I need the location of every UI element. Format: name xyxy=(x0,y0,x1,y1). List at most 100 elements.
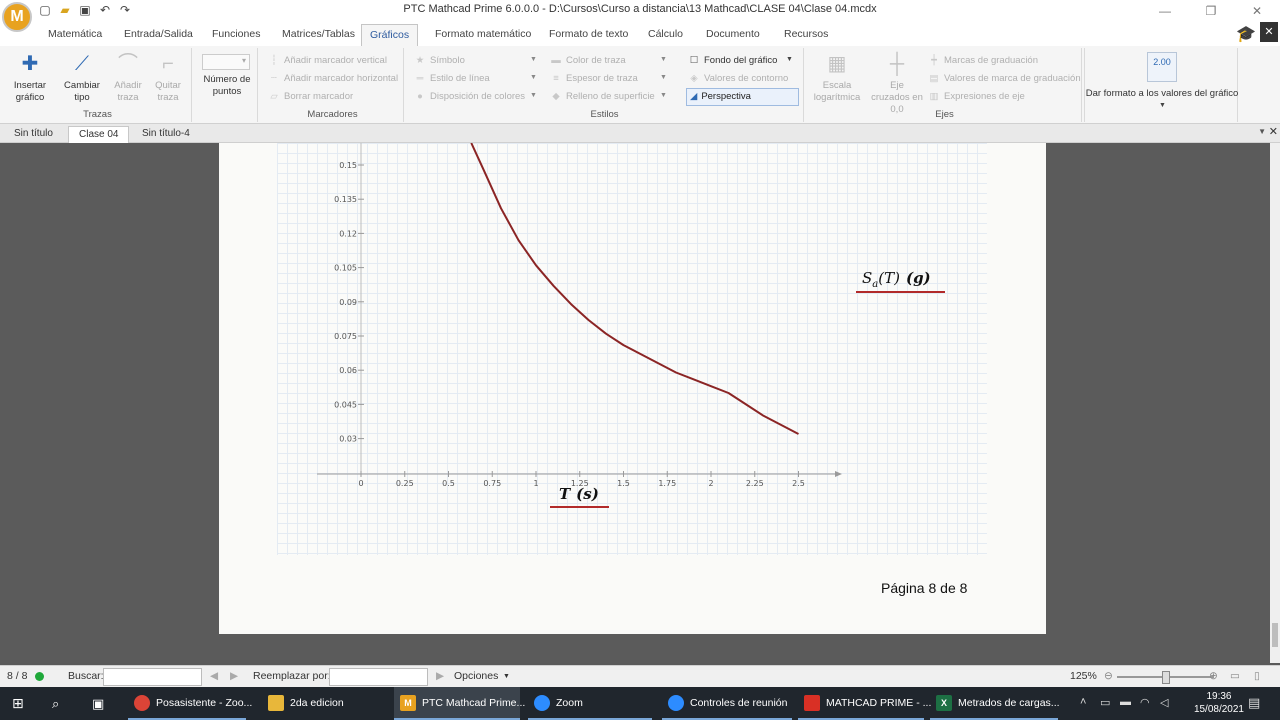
tick-marks-icon: ┿ xyxy=(931,55,937,66)
tray-battery-icon[interactable]: ▬ xyxy=(1120,696,1131,708)
close-icon[interactable]: ✕ xyxy=(1234,0,1280,22)
doc-tab-sin-titulo-4[interactable]: Sin título-4 xyxy=(132,126,200,143)
tab-calculo[interactable]: Cálculo xyxy=(640,24,691,46)
x-axis-label[interactable]: T (s) xyxy=(559,485,599,503)
fondo-grafico-dropdown[interactable]: ☐ Fondo del gráfico xyxy=(688,52,778,69)
zoom-out-icon[interactable]: ⊖ xyxy=(1104,670,1113,682)
valores-contorno-button[interactable]: ◈ Valores de contorno xyxy=(688,70,788,87)
dar-formato-button[interactable]: Dar formato a los valores del gráfico xyxy=(1085,88,1239,100)
taskbar-item-controles[interactable]: Controles de reunión xyxy=(662,687,792,720)
tab-formato-matematico[interactable]: Formato matemático xyxy=(427,24,539,46)
valores-marca-button[interactable]: ▤ Valores de marca de graduación xyxy=(928,70,1081,87)
relleno-chevron-icon[interactable]: ▼ xyxy=(660,92,667,99)
doc-tabs-menu-icon[interactable]: ▼ xyxy=(1258,127,1266,136)
doc-close-icon[interactable]: ✕ xyxy=(1269,125,1278,138)
find-prev-icon[interactable]: ◀ xyxy=(210,670,218,682)
search-icon[interactable]: ⌕ xyxy=(52,687,59,720)
escala-logaritmica-button[interactable]: ▦ Escala logarítmica xyxy=(812,50,862,104)
document-tabs: Sin título Clase 04 Sin título-4 ▼ ✕ xyxy=(0,124,1280,143)
taskbar-item-chrome[interactable]: Posasistente - Zoo... xyxy=(128,687,252,720)
replace-icon[interactable]: ▶ xyxy=(436,670,444,682)
app-logo[interactable]: M xyxy=(2,2,32,32)
anadir-marcador-vertical-button[interactable]: ┆ Añadir marcador vertical xyxy=(268,52,387,69)
insertar-grafico-button[interactable]: ✚ Insertar gráfico xyxy=(10,50,50,104)
doc-tab-clase-04[interactable]: Clase 04 xyxy=(68,126,130,143)
plot-region[interactable]: 0 0.25 0.5 0.75 1 1.25 1.5 1.75 2 2.25 2.5 0.15 0.13… xyxy=(277,143,987,555)
simbolo-chevron-icon[interactable]: ▼ xyxy=(530,56,537,63)
notification-icon[interactable]: ▤ xyxy=(1248,695,1260,711)
vertical-scrollbar[interactable] xyxy=(1270,143,1280,663)
tab-matrices-tablas[interactable]: Matrices/Tablas xyxy=(274,24,363,46)
tray-wifi-icon[interactable]: ◠ xyxy=(1140,696,1150,709)
perspectiva-button[interactable]: ◢ Perspectiva xyxy=(686,88,799,106)
ribbon: ✚ Insertar gráfico ⟋ Cambiar tipo ⌒ Añadir … xyxy=(0,46,1280,124)
disposicion-colores-dropdown[interactable]: ● Disposición de colores xyxy=(414,88,525,105)
color-traza-chevron-icon[interactable]: ▼ xyxy=(660,56,667,63)
taskbar-item-mathcad[interactable]: M PTC Mathcad Prime... xyxy=(394,687,525,720)
anadir-traza-button[interactable]: ⌒ Añadir traza xyxy=(110,50,146,104)
worksheet-page[interactable]: 0 0.25 0.5 0.75 1 1.25 1.5 1.75 2 2.25 2.5 0.15 0.13… xyxy=(219,143,1046,634)
tray-volume-icon[interactable]: ◁ xyxy=(1160,696,1168,709)
disposicion-chevron-icon[interactable]: ▼ xyxy=(530,92,537,99)
simbolo-dropdown[interactable]: ★ Símbolo xyxy=(414,52,465,69)
anadir-marcador-horizontal-button[interactable]: ┄ Añadir marcador horizontal xyxy=(268,70,398,87)
group-formato: 2.00 Dar formato a los valores del gráfi… xyxy=(1084,48,1238,122)
scroll-thumb[interactable] xyxy=(1272,623,1278,647)
opciones-dropdown[interactable]: Opciones xyxy=(454,670,498,682)
group-numero-puntos: Número de puntos xyxy=(196,48,258,122)
page-view-icon[interactable]: ▭ xyxy=(1230,670,1240,682)
estilo-linea-chevron-icon[interactable]: ▼ xyxy=(530,74,537,81)
restore-icon[interactable]: ❐ xyxy=(1188,0,1234,22)
color-traza-dropdown[interactable]: ▬ Color de traza xyxy=(550,52,625,69)
estilo-linea-dropdown[interactable]: ═ Estilo de línea xyxy=(414,70,490,87)
numero-puntos-combo[interactable] xyxy=(202,54,250,70)
tab-formato-texto[interactable]: Formato de texto xyxy=(541,24,636,46)
find-next-icon[interactable]: ▶ xyxy=(230,670,238,682)
buscar-input[interactable] xyxy=(103,668,202,686)
minimize-icon[interactable]: — xyxy=(1142,0,1188,22)
group-label-estilos: Estilos xyxy=(590,109,619,120)
draft-view-icon[interactable]: ▯ xyxy=(1254,670,1260,682)
taskbar-clock[interactable]: 19:36 15/08/2021 xyxy=(1194,690,1244,716)
zoom-slider-thumb[interactable] xyxy=(1162,671,1170,684)
taskbar-item-folder[interactable]: 2da edicion xyxy=(262,687,382,720)
page-number: Página 8 de 8 xyxy=(881,580,968,596)
taskbar-item-zoom[interactable]: Zoom xyxy=(528,687,652,720)
task-view-icon[interactable]: ▣ xyxy=(92,687,104,720)
opciones-chevron-icon[interactable]: ▼ xyxy=(503,673,510,680)
calc-status-icon[interactable] xyxy=(35,672,44,681)
graduation-cap-icon[interactable]: 🎓 xyxy=(1236,24,1256,44)
expresiones-eje-button[interactable]: ▥ Expresiones de eje xyxy=(928,88,1025,105)
doc-tab-sin-titulo[interactable]: Sin título xyxy=(4,126,63,143)
y-tick-label: 0.075 xyxy=(334,332,357,341)
color-icon: ▬ xyxy=(551,55,561,66)
borrar-marcador-button[interactable]: ▱ Borrar marcador xyxy=(268,88,353,105)
tab-funciones[interactable]: Funciones xyxy=(204,24,268,46)
relleno-superficie-dropdown[interactable]: ◆ Relleno de superficie xyxy=(550,88,654,105)
marcas-graduacion-button[interactable]: ┿ Marcas de graduación xyxy=(928,52,1038,69)
eje-cruzados-button[interactable]: ┼ Eje cruzados en 0,0 xyxy=(870,50,924,116)
dar-formato-chevron-icon[interactable]: ▼ xyxy=(1159,102,1166,109)
fondo-chevron-icon[interactable]: ▼ xyxy=(786,56,793,63)
ribbon-collapse-icon[interactable]: ✕ xyxy=(1260,22,1278,42)
quitar-traza-button[interactable]: ⌐ Quitar traza xyxy=(150,50,186,104)
tab-documento[interactable]: Documento xyxy=(698,24,768,46)
zoom-level: 125% xyxy=(1070,670,1097,682)
tab-entrada-salida[interactable]: Entrada/Salida xyxy=(116,24,201,46)
tray-network-icon[interactable]: ▭ xyxy=(1100,696,1110,709)
espesor-chevron-icon[interactable]: ▼ xyxy=(660,74,667,81)
tab-recursos[interactable]: Recursos xyxy=(776,24,836,46)
y-axis-label[interactable]: Sa(T) (g) xyxy=(862,269,931,290)
reemplazar-input[interactable] xyxy=(329,668,428,686)
tab-matematica[interactable]: Matemática xyxy=(40,24,110,46)
espesor-traza-dropdown[interactable]: ≡ Espesor de traza xyxy=(550,70,638,87)
cambiar-tipo-button[interactable]: ⟋ Cambiar tipo xyxy=(60,50,104,104)
pdf-icon xyxy=(804,695,820,712)
y-tick-label: 0.06 xyxy=(339,366,357,375)
taskbar-item-excel[interactable]: X Metrados de cargas... xyxy=(930,687,1060,720)
taskbar-item-pdf[interactable]: MATHCAD PRIME - ... xyxy=(798,687,931,720)
tab-graficos[interactable]: Gráficos xyxy=(361,24,419,46)
zoom-in-icon[interactable]: ⊕ xyxy=(1209,670,1218,682)
tray-chevron-icon[interactable]: ˄ xyxy=(1080,696,1086,708)
windows-start-icon[interactable]: ⊞ xyxy=(12,687,24,720)
